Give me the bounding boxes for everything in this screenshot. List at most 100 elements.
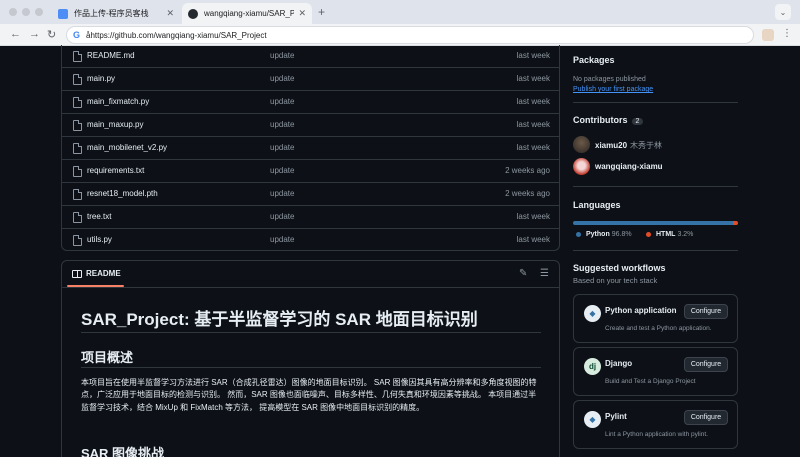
readme-title: SAR_Project: 基于半监督学习的 SAR 地面目标识别 — [81, 310, 478, 329]
language-bar — [573, 221, 738, 225]
workflow-card: dj Django Build and Test a Django Projec… — [573, 347, 738, 396]
workflow-name: Pylint — [605, 412, 627, 421]
section-heading: SAR 图像挑战 — [81, 446, 165, 457]
commit-message[interactable]: update — [270, 97, 294, 106]
window-close-dot[interactable] — [9, 8, 17, 16]
google-icon: G — [73, 30, 81, 40]
forward-icon[interactable]: → — [29, 28, 40, 40]
language-segment-python — [573, 221, 733, 225]
file-row[interactable]: main_mobilenet_v2.py update last week — [62, 136, 559, 159]
file-name[interactable]: resnet18_model.pth — [87, 189, 158, 198]
window-zoom-dot[interactable] — [35, 8, 43, 16]
contributor-item[interactable]: wangqiang-xiamu — [595, 162, 663, 171]
commit-message[interactable]: update — [270, 143, 294, 152]
browser-menu-icon[interactable]: ⋮ — [782, 28, 792, 39]
section-heading: 项目概述 — [81, 350, 134, 365]
contributor-login: wangqiang-xiamu — [595, 162, 663, 171]
file-name[interactable]: main_maxup.py — [87, 120, 143, 129]
file-row[interactable]: utils.py update last week — [62, 228, 559, 251]
language-item-html[interactable]: HTML 3.2% — [646, 231, 693, 238]
tab-title: 作品上传-程序员客栈 — [74, 9, 149, 18]
divider — [573, 186, 738, 187]
file-row[interactable]: main_maxup.py update last week — [62, 113, 559, 136]
tab-close-icon[interactable]: ✕ — [298, 8, 306, 19]
readme-header: README ✎ ☰ — [62, 261, 559, 287]
file-icon — [73, 143, 82, 154]
packages-heading[interactable]: Packages — [573, 55, 615, 65]
commit-message[interactable]: update — [270, 74, 294, 83]
browser-tab-1[interactable]: 作品上传-程序员客栈 ✕ — [52, 3, 180, 24]
workflow-card: ◆ Pylint Lint a Python application with … — [573, 400, 738, 449]
divider — [573, 250, 738, 251]
file-row[interactable]: tree.txt update last week — [62, 205, 559, 228]
commit-message[interactable]: update — [270, 235, 294, 244]
book-icon — [72, 270, 82, 278]
commit-message[interactable]: update — [270, 120, 294, 129]
commit-date: last week — [516, 235, 550, 244]
file-name[interactable]: requirements.txt — [87, 166, 144, 175]
avatar[interactable] — [573, 158, 590, 175]
reload-icon[interactable]: ↻ — [47, 28, 56, 41]
readme-paragraph: 本项目旨在使用半监督学习方法进行 SAR（合成孔径雷达）图像的地面目标识别。 S… — [81, 378, 537, 412]
file-name[interactable]: main.py — [87, 74, 115, 83]
commit-message[interactable]: update — [270, 166, 294, 175]
file-row[interactable]: README.md update last week — [62, 45, 559, 68]
file-row[interactable]: main_fixmatch.py update last week — [62, 90, 559, 113]
window-minimize-dot[interactable] — [22, 8, 30, 16]
workflow-card: ◆ Python application Create and test a P… — [573, 294, 738, 343]
contributor-login: xiamu20 — [595, 141, 628, 150]
readme-tab[interactable]: README — [86, 269, 121, 278]
commit-date: last week — [516, 97, 550, 106]
language-name: HTML — [656, 231, 676, 238]
file-name[interactable]: utils.py — [87, 235, 112, 244]
commit-date: last week — [516, 120, 550, 129]
workflow-name: Django — [605, 359, 633, 368]
configure-button[interactable]: Configure — [684, 410, 728, 425]
edit-pencil-icon[interactable]: ✎ — [519, 268, 527, 279]
workflows-heading: Suggested workflows — [573, 263, 666, 273]
commit-message[interactable]: update — [270, 51, 294, 60]
file-icon — [73, 74, 82, 85]
file-name[interactable]: main_mobilenet_v2.py — [87, 143, 167, 152]
file-name[interactable]: tree.txt — [87, 212, 111, 221]
outline-list-icon[interactable]: ☰ — [540, 268, 549, 279]
file-icon — [73, 212, 82, 223]
file-row[interactable]: main.py update last week — [62, 67, 559, 90]
browser-tab-2[interactable]: wangqiang-xiamu/SAR_Project ✕ — [182, 3, 312, 24]
contributor-item[interactable]: xiamu20 木秀于林 — [595, 140, 662, 151]
language-dot-icon — [576, 231, 581, 237]
file-row[interactable]: resnet18_model.pth update 2 weeks ago — [62, 182, 559, 205]
commit-message[interactable]: update — [270, 189, 294, 198]
new-tab-icon[interactable]: + — [318, 5, 325, 19]
file-list: README.md update last week main.py updat… — [61, 45, 560, 251]
configure-button[interactable]: Configure — [684, 304, 728, 319]
divider — [62, 287, 559, 288]
language-item-python[interactable]: Python 96.8% — [576, 231, 632, 238]
tab-close-icon[interactable]: ✕ — [166, 8, 174, 19]
commit-message[interactable]: update — [270, 212, 294, 221]
divider — [81, 367, 541, 368]
tab-title: wangqiang-xiamu/SAR_Project — [204, 9, 295, 18]
tab-search-icon[interactable]: ⌄ — [775, 4, 791, 20]
back-icon[interactable]: ← — [10, 28, 21, 40]
django-logo-icon: dj — [584, 358, 601, 375]
file-icon — [73, 120, 82, 131]
avatar[interactable] — [573, 136, 590, 153]
file-name[interactable]: main_fixmatch.py — [87, 97, 149, 106]
contributors-heading[interactable]: Contributors 2 — [573, 115, 644, 125]
configure-button[interactable]: Configure — [684, 357, 728, 372]
commit-date: last week — [516, 212, 550, 221]
commit-date: last week — [516, 143, 550, 152]
python-logo-icon: ◆ — [584, 411, 601, 428]
publish-package-link[interactable]: Publish your first package — [573, 86, 653, 93]
divider — [81, 332, 541, 333]
extension-icon[interactable] — [762, 29, 774, 41]
address-bar[interactable]: G åhttps://github.com/wangqiang-xiamu/SA… — [66, 26, 754, 44]
file-icon — [73, 189, 82, 200]
file-name[interactable]: README.md — [87, 51, 135, 60]
language-segment-html — [732, 221, 738, 225]
file-row[interactable]: requirements.txt update 2 weeks ago — [62, 159, 559, 182]
languages-heading: Languages — [573, 200, 621, 210]
divider — [573, 102, 738, 103]
commit-date: last week — [516, 74, 550, 83]
